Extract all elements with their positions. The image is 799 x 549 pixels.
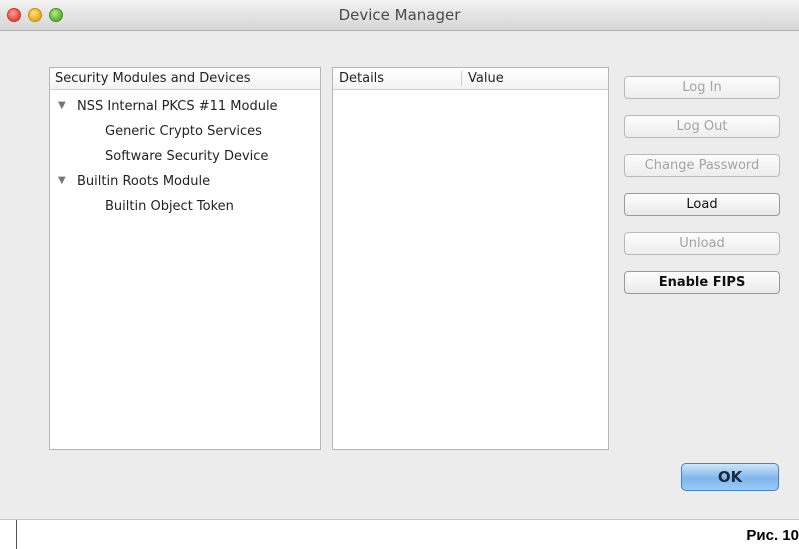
tree-item-label: Software Security Device (105, 149, 269, 164)
enable-fips-button[interactable]: Enable FIPS (624, 271, 780, 294)
title-bar: Device Manager (0, 0, 799, 31)
tree-item-builtin-roots-module[interactable]: ▼ Builtin Roots Module (50, 171, 320, 195)
tree-item-label: Generic Crypto Services (105, 124, 262, 139)
load-button[interactable]: Load (624, 193, 780, 216)
tree-item-nss-internal-module[interactable]: ▼ NSS Internal PKCS #11 Module (50, 96, 320, 120)
tree-header: Security Modules and Devices (50, 68, 320, 90)
unload-button[interactable]: Unload (624, 232, 780, 255)
device-manager-window: Device Manager Security Modules and Devi… (0, 0, 799, 520)
tree-item-software-security-device[interactable]: Software Security Device (50, 146, 320, 170)
window-title: Device Manager (338, 6, 461, 24)
log-out-button[interactable]: Log Out (624, 115, 780, 138)
tree-item-builtin-object-token[interactable]: Builtin Object Token (50, 196, 320, 220)
tree-item-label: NSS Internal PKCS #11 Module (77, 99, 278, 114)
details-table[interactable]: Details Value (332, 67, 609, 450)
tree-column-header[interactable]: Security Modules and Devices (55, 71, 251, 86)
tree-item-label: Builtin Object Token (105, 199, 234, 214)
disclosure-triangle-icon[interactable]: ▼ (58, 100, 66, 111)
security-modules-tree[interactable]: Security Modules and Devices ▼ NSS Inter… (49, 67, 321, 450)
tree-item-label: Builtin Roots Module (77, 174, 211, 189)
column-divider[interactable] (461, 71, 462, 86)
figure-caption: Рис. 10 (746, 527, 799, 544)
border-line (16, 520, 17, 549)
tree-item-generic-crypto-services[interactable]: Generic Crypto Services (50, 121, 320, 145)
log-in-button[interactable]: Log In (624, 76, 780, 99)
details-column-header[interactable]: Details (339, 71, 384, 86)
value-column-header[interactable]: Value (468, 71, 504, 86)
page-margin (0, 520, 799, 549)
details-header: Details Value (333, 68, 608, 90)
ok-button[interactable]: OK (681, 463, 779, 491)
change-password-button[interactable]: Change Password (624, 154, 780, 177)
disclosure-triangle-icon[interactable]: ▼ (58, 175, 66, 186)
